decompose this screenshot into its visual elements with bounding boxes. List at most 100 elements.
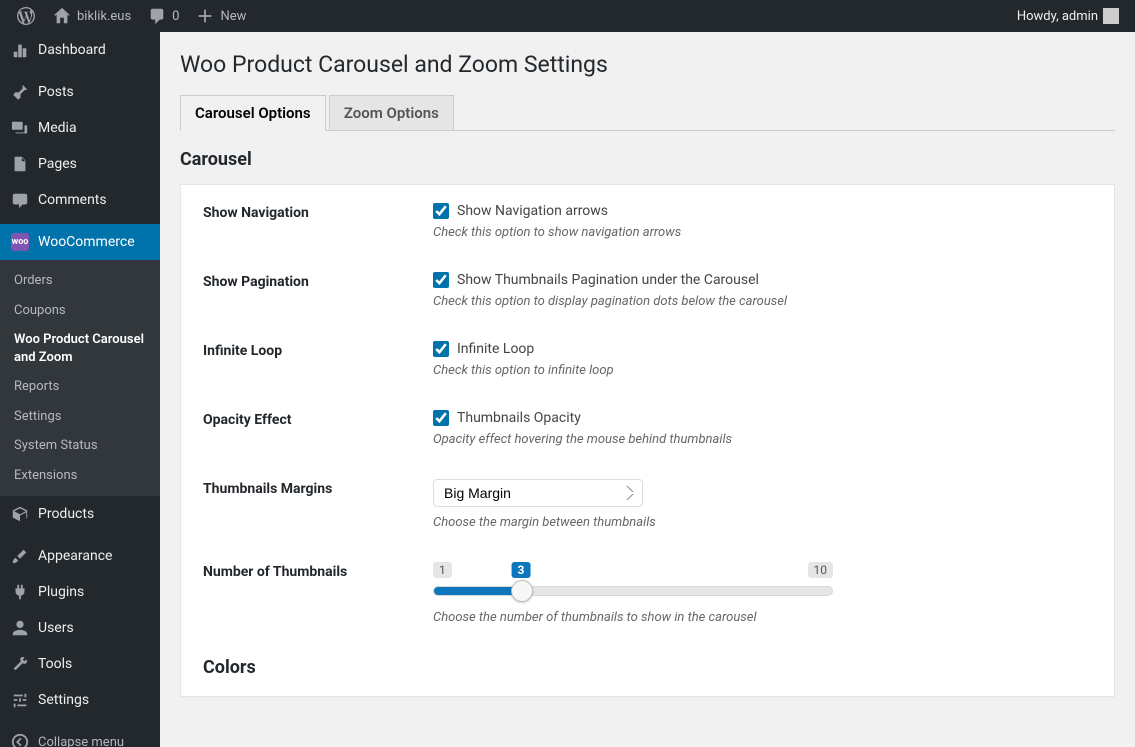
label-show-navigation: Show Navigation: [203, 203, 433, 240]
pin-icon: [10, 82, 30, 102]
slider-number-thumbnails[interactable]: 1 3 10: [433, 562, 833, 596]
checkbox-infinite-loop[interactable]: [433, 341, 449, 357]
tabs: Carousel Options Zoom Options: [180, 94, 1115, 131]
brush-icon: [10, 546, 30, 566]
slider-value-bubble: 3: [512, 562, 531, 578]
submenu-coupons[interactable]: Coupons: [0, 296, 160, 326]
submenu-settings[interactable]: Settings: [0, 402, 160, 432]
menu-settings[interactable]: Settings: [0, 682, 160, 718]
menu-tools[interactable]: Tools: [0, 646, 160, 682]
menu-label: Dashboard: [38, 42, 106, 58]
menu-label: WooCommerce: [38, 234, 135, 250]
menu-label: Comments: [38, 192, 107, 208]
plug-icon: [10, 582, 30, 602]
checkbox-opacity-effect[interactable]: [433, 410, 449, 426]
submenu-extensions[interactable]: Extensions: [0, 461, 160, 491]
submenu-orders[interactable]: Orders: [0, 266, 160, 296]
plus-icon: [195, 6, 215, 26]
page-title: Woo Product Carousel and Zoom Settings: [180, 42, 1115, 94]
menu-products[interactable]: Products: [0, 496, 160, 532]
avatar: [1103, 8, 1119, 24]
box-icon: [10, 504, 30, 524]
menu-plugins[interactable]: Plugins: [0, 574, 160, 610]
toggles-icon: [10, 690, 30, 710]
tab-carousel-options[interactable]: Carousel Options: [180, 95, 326, 131]
menu-label: Appearance: [38, 548, 112, 564]
menu-media[interactable]: Media: [0, 110, 160, 146]
row-number-thumbnails: Number of Thumbnails 1 3 10 Choose the n…: [203, 562, 1092, 625]
submenu-woocommerce: Orders Coupons Woo Product Carousel and …: [0, 260, 160, 496]
select-thumbnails-margins[interactable]: Big Margin: [433, 479, 643, 507]
media-icon: [10, 118, 30, 138]
menu-label: Pages: [38, 156, 77, 172]
menu-users[interactable]: Users: [0, 610, 160, 646]
slider-min: 1: [433, 562, 452, 578]
wordpress-icon: [16, 6, 36, 26]
submenu-system-status[interactable]: System Status: [0, 431, 160, 461]
collapse-label: Collapse menu: [38, 735, 124, 747]
slider-handle[interactable]: [511, 580, 533, 602]
settings-panel: Show Navigation Show Navigation arrows C…: [180, 184, 1115, 697]
row-thumbnails-margins: Thumbnails Margins Big Margin Choose the…: [203, 479, 1092, 530]
comments-menu[interactable]: 0: [139, 0, 187, 32]
section-carousel-title: Carousel: [180, 149, 1115, 170]
row-opacity-effect: Opacity Effect Thumbnails Opacity Opacit…: [203, 410, 1092, 447]
menu-comments[interactable]: Comments: [0, 182, 160, 218]
checkbox-show-navigation[interactable]: [433, 203, 449, 219]
howdy-text: Howdy, admin: [1017, 9, 1098, 24]
tab-zoom-options[interactable]: Zoom Options: [329, 95, 454, 130]
row-infinite-loop: Infinite Loop Infinite Loop Check this o…: [203, 341, 1092, 378]
row-show-pagination: Show Pagination Show Thumbnails Paginati…: [203, 272, 1092, 309]
menu-label: Posts: [38, 84, 74, 100]
row-show-navigation: Show Navigation Show Navigation arrows C…: [203, 203, 1092, 240]
page-icon: [10, 154, 30, 174]
field-description: Opacity effect hovering the mouse behind…: [433, 432, 1092, 447]
slider-track[interactable]: [433, 586, 833, 596]
section-colors-title: Colors: [203, 657, 1092, 678]
checkbox-label: Show Navigation arrows: [457, 203, 608, 219]
field-description: Choose the margin between thumbnails: [433, 515, 1092, 530]
comment-icon: [147, 6, 167, 26]
new-content-menu[interactable]: New: [187, 0, 254, 32]
checkbox-label: Infinite Loop: [457, 341, 534, 357]
admin-bar: biklik.eus 0 New Howdy, admin: [0, 0, 1135, 32]
menu-woocommerce[interactable]: woo WooCommerce: [0, 224, 160, 260]
label-thumbnails-margins: Thumbnails Margins: [203, 479, 433, 530]
collapse-menu[interactable]: Collapse menu: [0, 724, 160, 747]
slider-fill: [434, 587, 522, 595]
wp-logo-menu[interactable]: [8, 0, 44, 32]
field-description: Check this option to show navigation arr…: [433, 225, 1092, 240]
account-menu[interactable]: Howdy, admin: [1009, 0, 1127, 32]
site-menu[interactable]: biklik.eus: [44, 0, 139, 32]
checkbox-show-pagination[interactable]: [433, 272, 449, 288]
label-opacity-effect: Opacity Effect: [203, 410, 433, 447]
comment-count: 0: [172, 9, 179, 24]
home-icon: [52, 6, 72, 26]
submenu-reports[interactable]: Reports: [0, 372, 160, 402]
field-description: Choose the number of thumbnails to show …: [433, 610, 1092, 625]
menu-posts[interactable]: Posts: [0, 74, 160, 110]
menu-label: Products: [38, 506, 94, 522]
new-label: New: [220, 9, 246, 24]
menu-pages[interactable]: Pages: [0, 146, 160, 182]
menu-label: Tools: [38, 656, 72, 672]
label-show-pagination: Show Pagination: [203, 272, 433, 309]
site-name: biklik.eus: [77, 9, 131, 24]
menu-appearance[interactable]: Appearance: [0, 538, 160, 574]
collapse-icon: [10, 732, 30, 747]
main-content: Woo Product Carousel and Zoom Settings C…: [160, 32, 1135, 747]
woocommerce-icon: woo: [10, 232, 30, 252]
slider-max: 10: [808, 562, 834, 578]
menu-label: Users: [38, 620, 74, 636]
checkbox-label: Show Thumbnails Pagination under the Car…: [457, 272, 759, 288]
menu-dashboard[interactable]: Dashboard: [0, 32, 160, 68]
field-description: Check this option to infinite loop: [433, 363, 1092, 378]
menu-label: Plugins: [38, 584, 84, 600]
label-infinite-loop: Infinite Loop: [203, 341, 433, 378]
dashboard-icon: [10, 40, 30, 60]
comment-icon: [10, 190, 30, 210]
admin-sidebar: Dashboard Posts Media Pages Comments woo…: [0, 32, 160, 747]
menu-label: Settings: [38, 692, 89, 708]
submenu-product-carousel-zoom[interactable]: Woo Product Carousel and Zoom: [0, 325, 160, 372]
menu-label: Media: [38, 120, 77, 136]
